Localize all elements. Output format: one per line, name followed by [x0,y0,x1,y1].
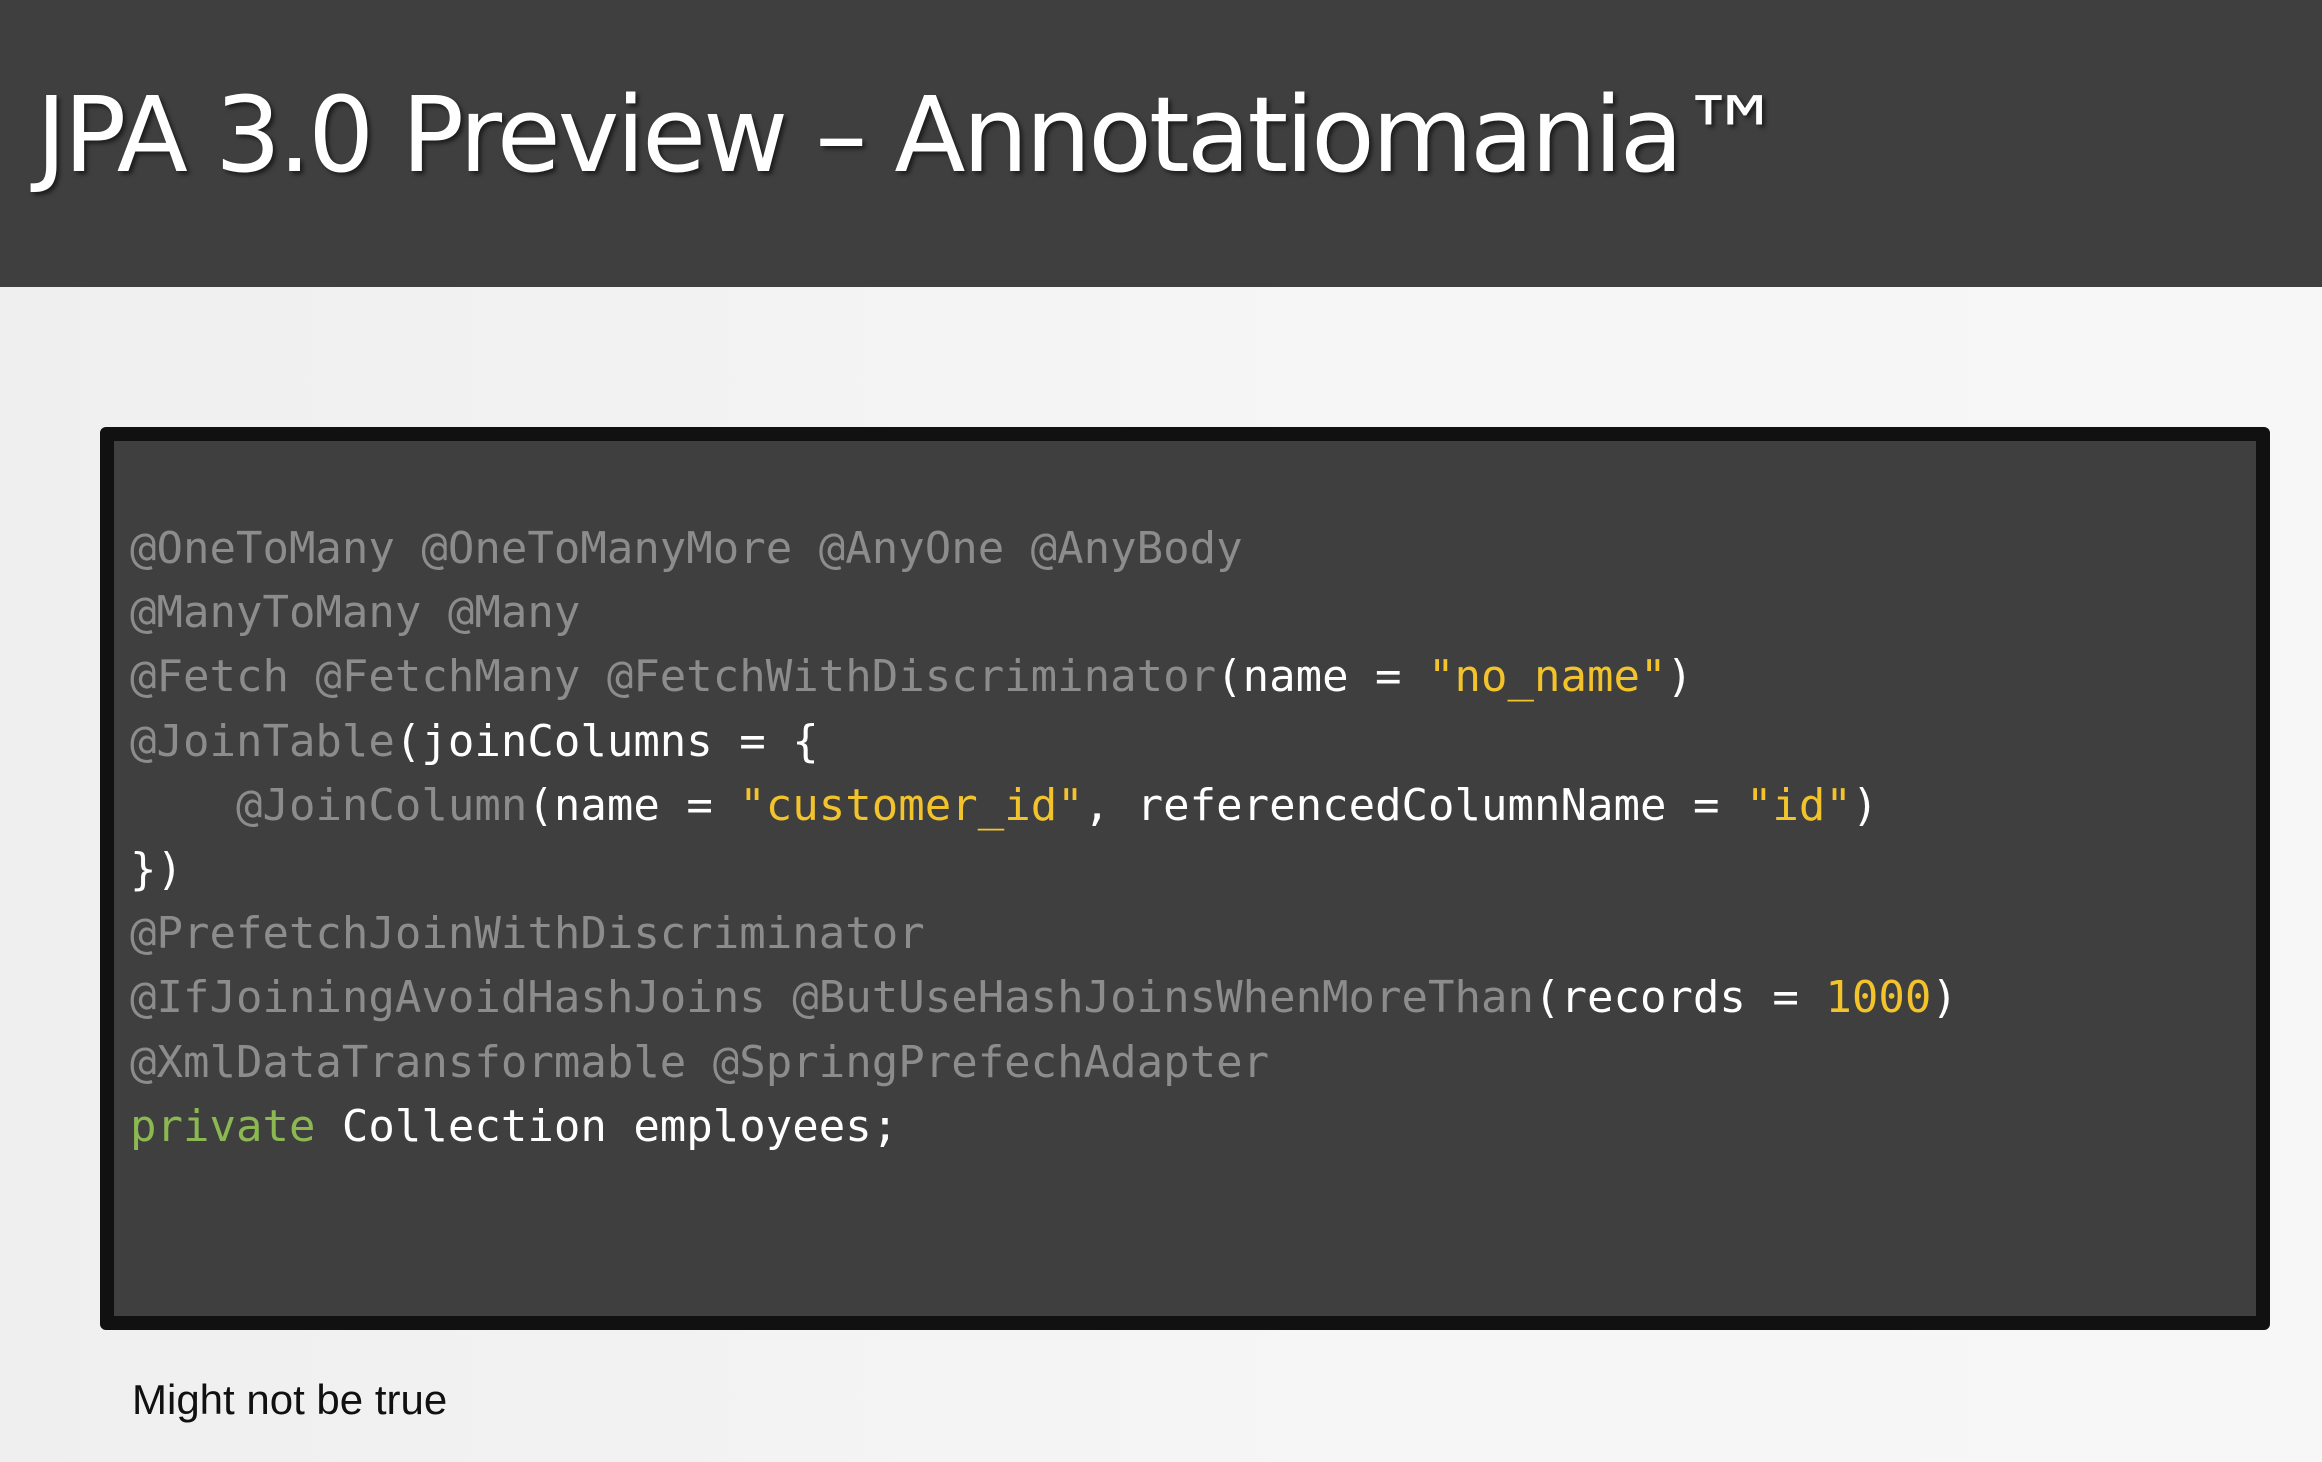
annotation-token: @PrefetchJoinWithDiscriminator [130,908,925,960]
code-token: ) [1666,651,1693,703]
code-line: @IfJoiningAvoidHashJoins @ButUseHashJoin… [130,966,1958,1030]
footnote: Might not be true [132,1376,448,1423]
string-literal: "no_name" [1428,651,1667,703]
keyword-token: private [130,1100,316,1152]
annotation-token: @Fetch @FetchMany @FetchWithDiscriminato… [130,651,1217,703]
annotation-token: @XmlDataTransformable @SpringPrefechAdap… [130,1036,1270,1088]
string-literal: "id" [1745,779,1852,831]
code-token: (name = [1216,651,1429,703]
string-literal: "customer_id" [739,779,1084,831]
code-line: @JoinColumn(name = "customer_id", refere… [130,774,1958,838]
title-bar: JPA 3.0 Preview – Annotatiomania™ [0,0,2322,287]
code-token: Collection employees; [315,1100,899,1152]
code-line: }) [130,838,1958,902]
code-line: @Fetch @FetchMany @FetchWithDiscriminato… [130,645,1958,709]
code-lines: @OneToMany @OneToManyMore @AnyOne @AnyBo… [130,517,1958,1159]
slide-title: JPA 3.0 Preview – Annotatiomania™ [36,74,1784,196]
annotation-token: @JoinTable [130,715,395,767]
code-token: (name = [527,779,740,831]
code-line: private Collection employees; [130,1095,1958,1159]
code-token: ) [1851,779,1879,831]
code-line: @JoinTable(joinColumns = { [130,710,1958,774]
annotation-token: @OneToMany @OneToManyMore @AnyOne @AnyBo… [130,523,1243,574]
code-token: (joinColumns = { [394,715,819,767]
code-token: ) [1931,972,1958,1024]
code-line: @PrefetchJoinWithDiscriminator [130,902,1958,966]
code-token: }) [130,843,183,895]
code-token: , referencedColumnName = [1083,779,1746,831]
number-literal: 1000 [1825,972,1932,1024]
annotation-token: @ManyToMany @Many [130,587,581,639]
code-line: @ManyToMany @Many [130,581,1958,645]
code-line: @OneToMany @OneToManyMore @AnyOne @AnyBo… [130,517,1958,581]
code-block: @OneToMany @OneToManyMore @AnyOne @AnyBo… [100,427,2270,1330]
code-token: (records = [1533,972,1826,1024]
code-line: @XmlDataTransformable @SpringPrefechAdap… [130,1031,1958,1095]
annotation-token: @IfJoiningAvoidHashJoins @ButUseHashJoin… [130,972,1534,1024]
annotation-token: @JoinColumn [235,779,528,831]
